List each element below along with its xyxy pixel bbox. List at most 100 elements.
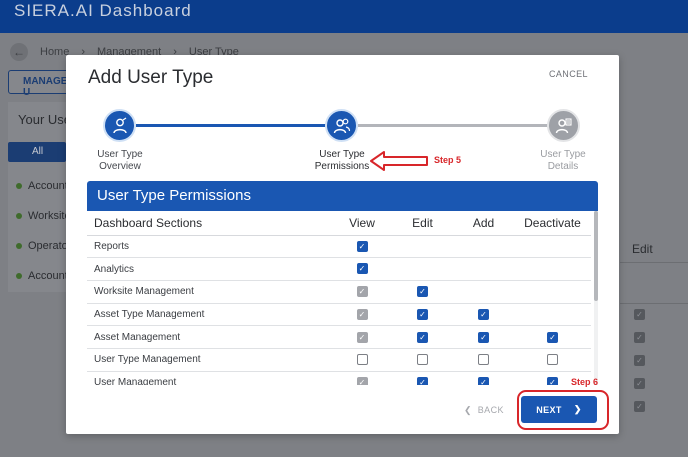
cell-add [453,280,514,304]
stepper-progress-line [136,124,334,127]
cell-edit: ✓ [392,371,453,385]
cell-add [453,235,514,259]
cell-view [332,348,392,372]
left-panel [8,102,68,292]
section-name: Reports [87,235,332,259]
view-checkbox[interactable]: ✓ [356,240,368,252]
edit-checkbox[interactable] [417,354,428,366]
cell-deactivate [514,235,591,259]
column-header-add: Add [453,211,514,236]
status-dot-icon [16,183,22,189]
cell-view: ✓ [332,303,392,327]
cell-add: ✓ [453,303,514,327]
status-dot-icon [16,243,22,249]
checkbox[interactable]: ✓ [634,378,645,389]
cell-view: ✓ [332,371,392,385]
checkbox[interactable]: ✓ [634,355,645,366]
view-checkbox: ✓ [356,331,368,343]
list-item[interactable]: Operator [16,240,71,252]
section-name: User Management [87,371,332,385]
table-row: Analytics ✓ [87,257,591,281]
back-button[interactable]: ❮ BACK [464,405,504,416]
cell-deactivate [514,303,591,327]
arrow-left-icon[interactable]: ← [10,43,28,61]
cancel-button[interactable]: CANCEL [549,69,588,79]
section-name: Worksite Management [87,280,332,304]
edit-checkbox[interactable]: ✓ [417,286,428,298]
cell-deactivate [514,348,591,372]
add-checkbox[interactable]: ✓ [478,331,489,343]
cell-add [453,348,514,372]
user-details-icon [555,117,572,133]
user-icon [112,117,127,133]
users-icon [333,118,350,133]
cell-view: ✓ [332,235,392,259]
cell-edit: ✓ [392,303,453,327]
checkbox[interactable]: ✓ [634,309,645,320]
tab-all[interactable]: All [8,142,66,162]
step-label-overview: User Type Overview [97,149,143,172]
column-header-sections: Dashboard Sections [87,211,332,236]
step-details[interactable] [547,109,580,142]
add-checkbox[interactable]: ✓ [478,376,489,385]
section-name: User Type Management [87,348,332,372]
checkbox[interactable]: ✓ [634,401,645,412]
table-row: Reports ✓ [87,235,591,259]
table-header-row: Dashboard Sections View Edit Add Deactiv… [87,211,591,236]
cell-edit: ✓ [392,280,453,304]
checkbox[interactable]: ✓ [634,332,645,343]
view-checkbox: ✓ [356,376,368,385]
annotation-step5: Step 5 [434,155,462,165]
view-checkbox[interactable]: ✓ [356,263,368,275]
column-header-edit: Edit [632,242,653,256]
step-permissions[interactable] [325,109,358,142]
step-label-details: User Type Details [540,149,586,172]
add-checkbox[interactable]: ✓ [478,308,489,320]
cell-edit: ✓ [392,325,453,349]
breadcrumb-home[interactable]: Home [40,46,69,58]
annotation-highlight-box [517,390,609,430]
annotation-step6: Step 6 [571,377,599,387]
deactivate-checkbox[interactable]: ✓ [547,331,558,343]
chevron-left-icon: ❮ [464,405,472,415]
annotation-arrow-icon [370,151,428,171]
permissions-table: Dashboard Sections View Edit Add Deactiv… [87,211,598,385]
list-item[interactable]: Worksite [16,210,71,222]
cell-deactivate: ✓ [514,325,591,349]
list-item[interactable]: Account [16,270,68,282]
cell-view: ✓ [332,280,392,304]
cell-add: ✓ [453,325,514,349]
add-user-type-modal: Add User Type CANCEL User Type Overview U… [66,55,619,434]
edit-checkbox[interactable]: ✓ [417,308,428,320]
table-scrollbar[interactable] [594,211,598,385]
cell-edit [392,257,453,281]
scrollbar-thumb[interactable] [594,211,598,301]
edit-checkbox[interactable]: ✓ [417,331,428,343]
cell-add [453,257,514,281]
step-overview[interactable] [103,109,136,142]
cell-edit [392,348,453,372]
table-row: User Type Management [87,348,591,372]
deactivate-checkbox[interactable]: ✓ [547,376,558,385]
stepper-remaining-line [358,124,548,127]
table-row: User Management ✓ ✓ ✓ ✓ [87,371,591,385]
edit-checkbox[interactable]: ✓ [417,376,428,385]
section-name: Analytics [87,257,332,281]
status-dot-icon [16,273,22,279]
view-checkbox: ✓ [356,286,368,298]
view-checkbox: ✓ [356,308,368,320]
cell-edit [392,235,453,259]
cell-deactivate [514,280,591,304]
deactivate-checkbox[interactable] [547,354,558,366]
divider [620,303,688,304]
permissions-title: User Type Permissions [87,181,598,211]
list-item[interactable]: Account [16,180,68,192]
add-checkbox[interactable] [478,354,489,366]
divider [620,262,688,263]
app-brand: SIERA.AI Dashboard [14,1,192,20]
table-row: Asset Management ✓ ✓ ✓ ✓ [87,325,591,349]
cell-add: ✓ [453,371,514,385]
section-name: Asset Management [87,325,332,349]
cell-view: ✓ [332,325,392,349]
view-checkbox[interactable] [356,354,368,366]
